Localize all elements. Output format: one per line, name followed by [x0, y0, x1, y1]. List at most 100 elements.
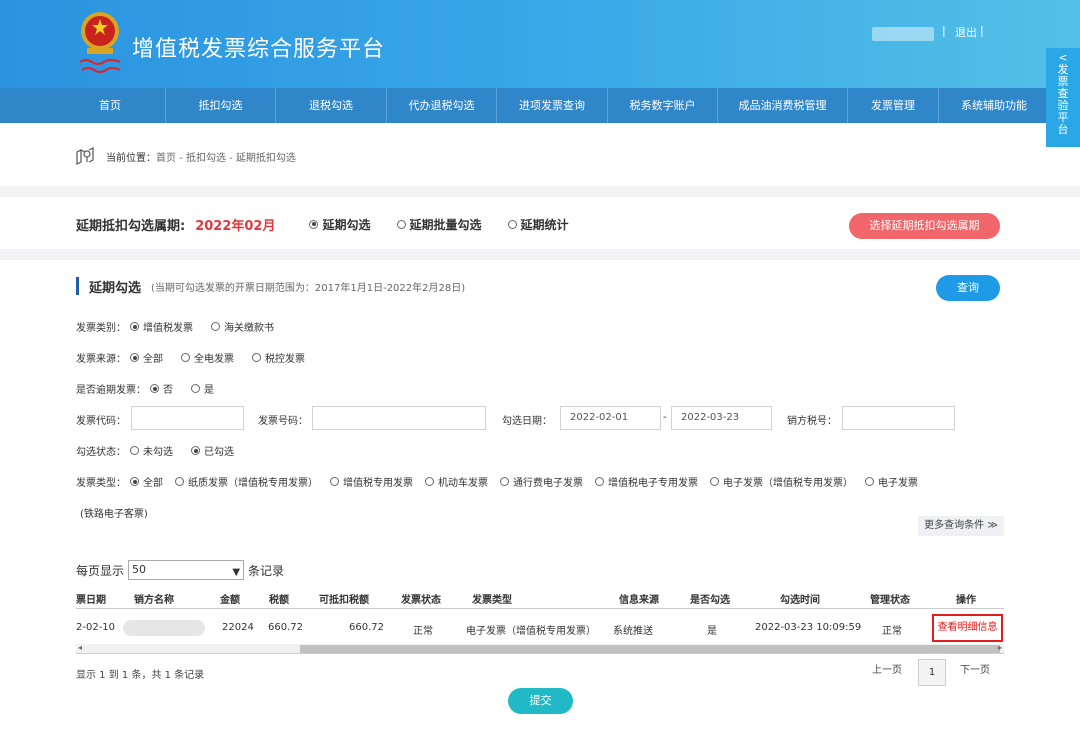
submit-button[interactable]: 提交: [508, 688, 573, 714]
breadcrumb-label: 当前位置：: [106, 152, 156, 164]
radio-overdue-yes[interactable]: 是: [191, 381, 214, 396]
nav-item-tax-digital-account[interactable]: 税务数字账户: [608, 88, 718, 123]
header-banner: 增值税发票综合服务平台 | 退出 |: [0, 0, 1080, 88]
date-range-dash: -: [663, 412, 667, 423]
header-separator: |: [980, 24, 984, 37]
radio-source-fully-digital[interactable]: 全电发票: [181, 350, 234, 365]
table-horizontal-scrollbar[interactable]: ◂ ▸: [76, 643, 1004, 654]
platform-title: 增值税发票综合服务平台: [132, 37, 386, 62]
map-pin-icon: [76, 147, 94, 165]
col-invoice-type[interactable]: 发票类型: [472, 591, 512, 606]
nav-item-system-aux[interactable]: 系统辅助功能: [939, 88, 1050, 123]
select-date-label: 勾选日期：: [502, 416, 552, 427]
seller-tax-id-input[interactable]: [842, 406, 955, 430]
select-date-from-input[interactable]: 2022-02-01: [560, 406, 661, 430]
invoice-verify-side-tab[interactable]: < 发票查验平台: [1046, 48, 1080, 147]
radio-type-all[interactable]: 全部: [130, 474, 163, 489]
radio-source-all[interactable]: 全部: [130, 350, 163, 365]
table-header: 票日期 销方名称 金额 税额 可抵扣税额 发票状态 发票类型 信息来源 是否勾选…: [76, 587, 1004, 609]
section-accent-bar: [76, 277, 79, 295]
scrollbar-thumb[interactable]: [300, 645, 1000, 653]
radio-delay-stats[interactable]: 延期统计: [507, 216, 569, 233]
nav-item-deduction-select[interactable]: 抵扣勾选: [166, 88, 276, 123]
divider-band: [0, 186, 1080, 197]
section-title: 延期勾选: [89, 280, 142, 296]
user-name-redacted: [872, 27, 934, 41]
nav-item-input-invoice-query[interactable]: 进项发票查询: [497, 88, 608, 123]
table-row: 2-02-10 22024 660.72 660.72 正常 电子发票（增值税专…: [76, 612, 1004, 644]
table-summary: 显示 1 到 1 条，共 1 条记录: [76, 670, 205, 681]
radio-delay-batch-select[interactable]: 延期批量勾选: [396, 216, 482, 233]
nav-item-fuel-consumption-tax[interactable]: 成品油消费税管理: [718, 88, 848, 123]
radio-type-paper-special[interactable]: 纸质发票（增值税专用发票）: [175, 474, 318, 489]
radio-customs-payment[interactable]: 海关缴款书: [211, 319, 274, 334]
col-invoice-date[interactable]: 票日期: [76, 591, 106, 606]
per-page-control: 每页显示 50 ▼ 条记录: [76, 560, 284, 580]
radio-type-vat-electronic-special[interactable]: 增值税电子专用发票: [595, 474, 698, 489]
radio-type-toll-electronic[interactable]: 通行费电子发票: [500, 474, 583, 489]
divider-band: [0, 249, 1080, 260]
breadcrumb-path: 首页 - 抵扣勾选 - 延期抵扣勾选: [156, 152, 296, 164]
radio-delay-select[interactable]: 延期勾选: [309, 216, 371, 233]
per-page-select[interactable]: 50 ▼: [128, 560, 245, 580]
col-manage-status[interactable]: 管理状态: [870, 591, 910, 606]
period-label: 延期抵扣勾选属期:: [76, 218, 186, 234]
nav-item-agent-refund-select[interactable]: 代办退税勾选: [387, 88, 497, 123]
col-amount[interactable]: 金额: [220, 591, 240, 606]
invoice-number-input[interactable]: [312, 406, 486, 430]
more-conditions-bar: 更多查询条件 ≫: [76, 516, 1004, 536]
scroll-right-icon[interactable]: ▸: [998, 643, 1002, 652]
invoice-number-label: 发票号码：: [258, 416, 308, 427]
next-page-button[interactable]: 下一页: [960, 661, 990, 676]
radio-source-tax-control[interactable]: 税控发票: [252, 350, 305, 365]
radio-type-motor-vehicle[interactable]: 机动车发票: [425, 474, 488, 489]
breadcrumb: 当前位置： 首页 - 抵扣勾选 - 延期抵扣勾选: [76, 146, 296, 166]
seller-name-redacted: [123, 620, 205, 636]
side-tab-label: 发票查验平台: [1057, 63, 1069, 136]
col-select-time[interactable]: 勾选时间: [780, 591, 820, 606]
main-nav: 首页 抵扣勾选 退税勾选 代办退税勾选 进项发票查询 税务数字账户 成品油消费税…: [0, 88, 1080, 123]
period-value: 2022年02月: [195, 218, 276, 234]
query-button[interactable]: 查询: [936, 275, 1000, 301]
period-row: 延期抵扣勾选属期: 2022年02月 延期勾选 延期批量勾选 延期统计: [76, 214, 595, 234]
seller-tax-id-label: 销方税号：: [787, 416, 837, 427]
invoice-code-label: 发票代码：: [76, 416, 126, 427]
radio-overdue-no[interactable]: 否: [150, 381, 173, 396]
radio-unchecked-icon: [396, 219, 406, 229]
radio-unchecked-icon: [507, 219, 517, 229]
radio-type-digital-special[interactable]: 电子发票（增值税专用发票）: [710, 474, 853, 489]
radio-checked-icon: [309, 219, 319, 229]
select-date-to-input[interactable]: 2022-03-23: [671, 406, 772, 430]
nav-item-invoice-management[interactable]: 发票管理: [848, 88, 939, 123]
col-deductible-tax[interactable]: 可抵扣税额: [319, 591, 369, 606]
filter-select-status: 勾选状态： 未勾选 已勾选: [76, 443, 252, 458]
filter-invoice-category: 发票类别： 增值税发票 海关缴款书: [76, 319, 292, 334]
filter-overdue: 是否逾期发票： 否 是: [76, 381, 232, 396]
nav-item-home[interactable]: 首页: [55, 88, 166, 123]
radio-status-selected[interactable]: 已勾选: [191, 443, 234, 458]
col-invoice-status[interactable]: 发票状态: [401, 591, 441, 606]
national-tax-emblem-icon: [79, 12, 121, 73]
filter-invoice-type: 发票类型： 全部 纸质发票（增值税专用发票） 增值税专用发票 机动车发票 通行费…: [76, 474, 918, 489]
col-tax[interactable]: 税额: [269, 591, 289, 606]
caret-down-icon: ▼: [232, 567, 241, 578]
page-number-button[interactable]: 1: [918, 659, 946, 686]
more-conditions-toggle[interactable]: 更多查询条件 ≫: [918, 516, 1004, 536]
invoice-code-input[interactable]: [131, 406, 244, 430]
section-note: (当期可勾选发票的开票日期范围为：2017年1月1日-2022年2月28日): [151, 282, 466, 294]
filter-invoice-source: 发票来源： 全部 全电发票 税控发票: [76, 350, 323, 365]
prev-page-button[interactable]: 上一页: [872, 661, 902, 676]
logout-link[interactable]: 退出: [955, 24, 977, 40]
radio-vat-invoice[interactable]: 增值税发票: [130, 319, 193, 334]
col-is-selected[interactable]: 是否勾选: [690, 591, 730, 606]
nav-item-refund-select[interactable]: 退税勾选: [276, 88, 387, 123]
col-info-source[interactable]: 信息来源: [619, 591, 659, 606]
scroll-left-icon[interactable]: ◂: [78, 643, 82, 652]
radio-type-vat-special[interactable]: 增值税专用发票: [330, 474, 413, 489]
col-seller-name[interactable]: 销方名称: [134, 591, 174, 606]
radio-type-digital-railway[interactable]: 电子发票: [865, 474, 918, 489]
view-detail-link[interactable]: 查看明细信息: [932, 614, 1003, 642]
select-period-button[interactable]: 选择延期抵扣勾选属期: [849, 213, 1000, 239]
radio-status-unselected[interactable]: 未勾选: [130, 443, 173, 458]
col-action: 操作: [956, 595, 976, 606]
